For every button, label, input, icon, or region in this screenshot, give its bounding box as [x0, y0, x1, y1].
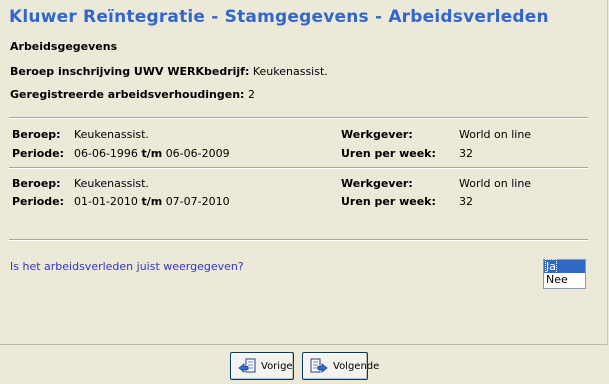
beroep-label: Beroep:	[12, 177, 61, 190]
uren-label: Uren per week:	[341, 147, 436, 160]
section-heading: Arbeidsgegevens	[10, 40, 118, 53]
arbeidsverhoudingen-row: Geregistreerde arbeidsverhoudingen: 2	[10, 88, 255, 101]
prev-button-label: Vorige	[261, 360, 293, 372]
next-button-label: Volgende	[333, 360, 380, 372]
periode-end: 06-06-2009	[165, 147, 230, 160]
beroep-uwv-row: Beroep inschrijving UWV WERKbedrijf: Keu…	[10, 65, 328, 78]
periode-value: 06-06-1996 t/m 06-06-2009	[74, 147, 230, 160]
periode-value: 01-01-2010 t/m 07-07-2010	[74, 195, 230, 208]
arrow-right-doc-icon	[309, 356, 329, 376]
werkgever-value: World on line	[459, 128, 532, 141]
periode-start: 06-06-1996	[74, 147, 138, 160]
werkgever-label: Werkgever:	[341, 128, 413, 141]
main-panel: Kluwer Reïntegratie - Stamgegevens - Arb…	[0, 0, 608, 345]
answer-option-nee[interactable]: Nee	[544, 273, 585, 286]
beroep-value: Keukenassist.	[74, 128, 149, 141]
periode-tm: t/m	[141, 147, 163, 160]
answer-option-ja[interactable]: Ja	[544, 259, 585, 274]
periode-end: 07-07-2010	[165, 195, 230, 208]
arbeidsverhoudingen-label: Geregistreerde arbeidsverhoudingen:	[10, 88, 245, 101]
arrow-left-doc-icon	[237, 356, 257, 376]
divider-highlight	[9, 118, 588, 119]
periode-label: Periode:	[12, 147, 65, 160]
werkgever-label: Werkgever:	[341, 177, 413, 190]
uren-value: 32	[459, 195, 473, 208]
arbeidsverhoudingen-value: 2	[247, 88, 255, 101]
periode-tm: t/m	[141, 195, 163, 208]
periode-label: Periode:	[12, 195, 65, 208]
next-button[interactable]: Volgende	[302, 352, 379, 380]
answer-listbox[interactable]: Ja Nee	[543, 259, 586, 289]
beroep-label: Beroep:	[12, 128, 61, 141]
page-title: Kluwer Reïntegratie - Stamgegevens - Arb…	[9, 7, 549, 27]
question-label: Is het arbeidsverleden juist weergegeven…	[10, 260, 244, 273]
beroep-value: Keukenassist.	[74, 177, 149, 190]
werkgever-value: World on line	[459, 177, 532, 190]
beroep-uwv-value: Keukenassist.	[252, 65, 328, 78]
prev-button[interactable]: Vorige	[230, 352, 294, 380]
uren-label: Uren per week:	[341, 195, 436, 208]
periode-start: 01-01-2010	[74, 195, 138, 208]
beroep-uwv-label: Beroep inschrijving UWV WERKbedrijf:	[10, 65, 250, 78]
divider-highlight	[9, 168, 588, 169]
divider-highlight	[9, 240, 588, 241]
uren-value: 32	[459, 147, 473, 160]
